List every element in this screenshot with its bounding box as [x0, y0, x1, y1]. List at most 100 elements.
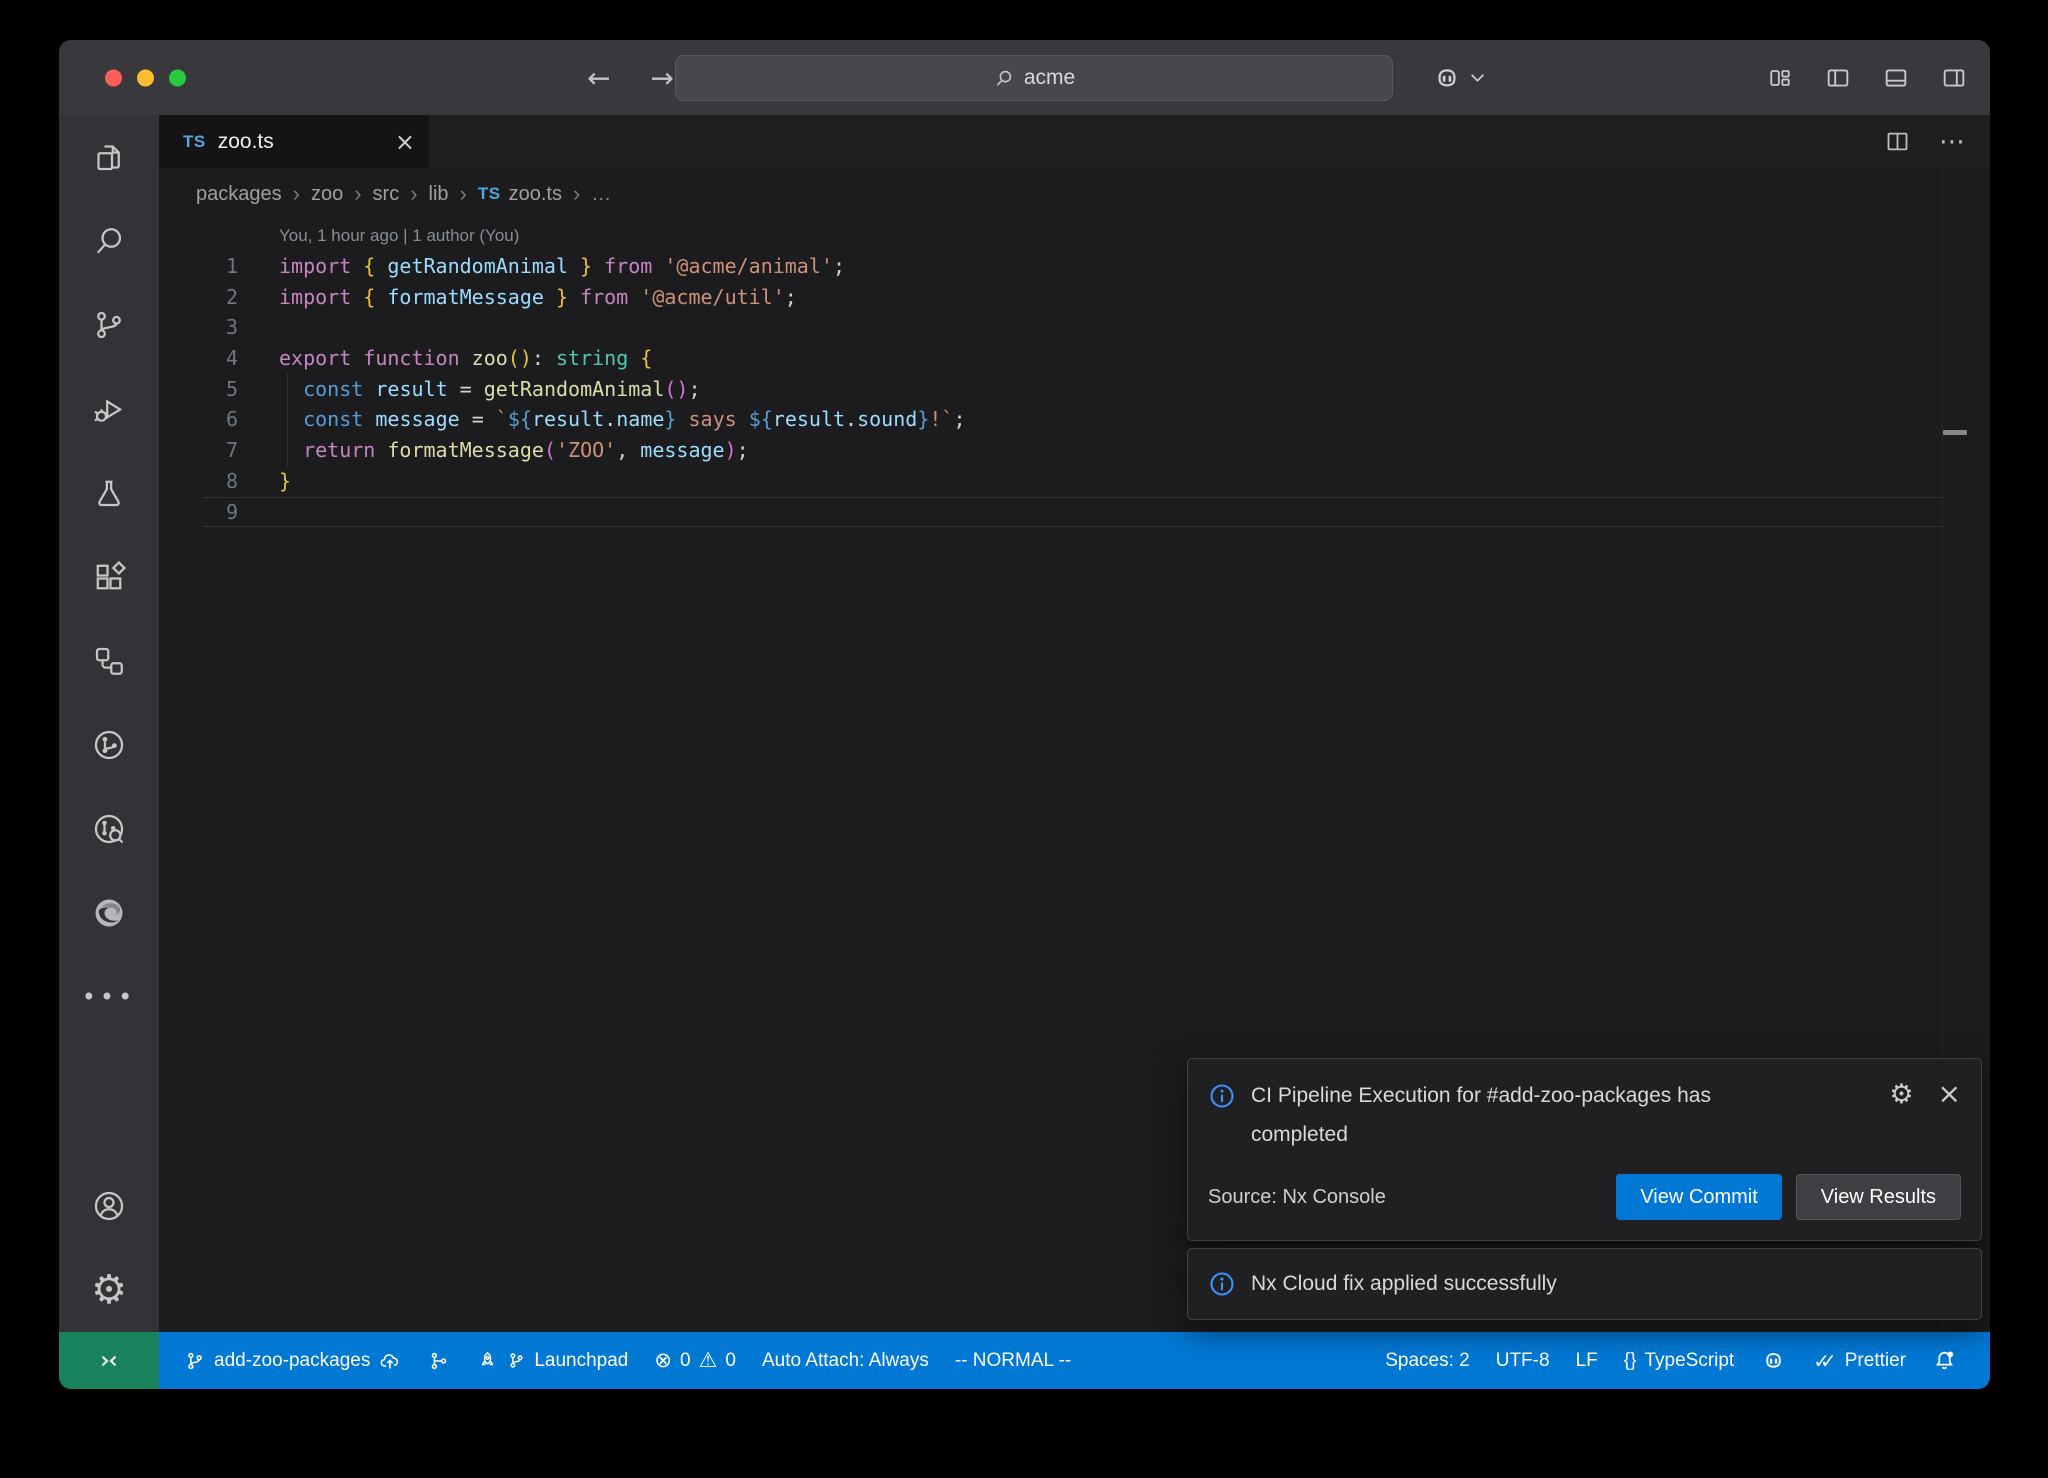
auto-attach-label: Auto Attach: Always [762, 1350, 929, 1372]
activity-more-views[interactable]: ••• [59, 955, 159, 1039]
activity-explorer[interactable] [59, 115, 159, 199]
copilot-menu[interactable] [1431, 62, 1485, 94]
split-editor-icon[interactable] [1884, 128, 1911, 155]
breadcrumb-item-src[interactable]: src [373, 183, 400, 206]
command-center-search[interactable]: acme [675, 55, 1393, 101]
formatter-status-item[interactable]: ✓✓ Prettier [1800, 1332, 1919, 1389]
line-number[interactable]: 9 [159, 497, 238, 528]
breadcrumb-symbol-overflow[interactable]: … [591, 183, 611, 206]
indent-guide [287, 374, 288, 405]
copilot-status-item[interactable] [1747, 1332, 1800, 1389]
line-number[interactable]: 8 [159, 466, 238, 497]
activity-bar: ••• ⚙ [59, 115, 159, 1332]
toggle-secondary-sidebar-icon[interactable] [1940, 64, 1968, 92]
breadcrumb-item-packages[interactable]: packages [196, 183, 282, 206]
line-number[interactable]: 1 [159, 251, 238, 282]
code-text[interactable]: const message = `${result.name} says ${r… [238, 404, 966, 435]
code-text[interactable]: import { getRandomAnimal } from '@acme/a… [238, 251, 845, 282]
code-line-5[interactable]: 5 const result = getRandomAnimal(); [159, 374, 1990, 405]
overview-ruler-decoration [1943, 430, 1967, 435]
settings-button[interactable]: ⚙ [59, 1248, 159, 1332]
toggle-primary-sidebar-icon[interactable] [1824, 64, 1852, 92]
zoom-window-button[interactable] [169, 69, 186, 86]
line-number[interactable]: 6 [159, 404, 238, 435]
accounts-button[interactable] [59, 1164, 159, 1248]
problems-status-item[interactable]: ⊗ 0 ⚠ 0 [641, 1332, 749, 1389]
line-number[interactable]: 5 [159, 374, 238, 405]
code-line-7[interactable]: 7 return formatMessage('ZOO', message); [159, 435, 1990, 466]
language-status-item[interactable]: {} TypeScript [1611, 1332, 1747, 1389]
breadcrumb-item-lib[interactable]: lib [429, 183, 449, 206]
typescript-file-icon: TS [183, 132, 206, 152]
indentation-status-item[interactable]: Spaces: 2 [1372, 1332, 1483, 1389]
info-icon [1208, 1270, 1236, 1298]
notification-close-icon[interactable]: × [1938, 1080, 1961, 1108]
git-graph-status-item[interactable] [415, 1332, 463, 1389]
notification-toast-ci-pipeline: CI Pipeline Execution for #add-zoo-packa… [1187, 1058, 1982, 1241]
line-number[interactable]: 4 [159, 343, 238, 374]
indent-guide [287, 435, 288, 466]
activity-search[interactable] [59, 199, 159, 283]
tab-zoo-ts[interactable]: TS zoo.ts × [159, 115, 429, 168]
code-line-4[interactable]: 4export function zoo(): string { [159, 343, 1990, 374]
code-line-9[interactable]: 9 [159, 497, 1990, 528]
code-line-3[interactable]: 3 [159, 312, 1990, 343]
code-text[interactable]: const result = getRandomAnimal(); [238, 374, 701, 405]
encoding-label: UTF-8 [1496, 1350, 1550, 1372]
error-count: 0 [680, 1350, 691, 1372]
vim-mode-status-item[interactable]: -- NORMAL -- [942, 1332, 1084, 1389]
code-text[interactable]: import { formatMessage } from '@acme/uti… [238, 282, 797, 313]
encoding-status-item[interactable]: UTF-8 [1483, 1332, 1563, 1389]
activity-gitlens[interactable] [59, 703, 159, 787]
view-commit-button[interactable]: View Commit [1616, 1174, 1781, 1220]
activity-source-control[interactable] [59, 283, 159, 367]
code-line-1[interactable]: 1import { getRandomAnimal } from '@acme/… [159, 251, 1990, 282]
activity-extensions[interactable] [59, 535, 159, 619]
forward-icon[interactable]: → [650, 61, 673, 94]
toggle-panel-icon[interactable] [1882, 64, 1910, 92]
breadcrumb: packages›zoo›src›lib›TSzoo.ts›… [159, 168, 1990, 220]
line-number[interactable]: 7 [159, 435, 238, 466]
view-results-button[interactable]: View Results [1796, 1174, 1961, 1220]
code-text[interactable]: return formatMessage('ZOO', message); [238, 435, 749, 466]
back-icon[interactable]: ← [587, 61, 610, 94]
activity-custom-view[interactable] [59, 619, 159, 703]
notification-source: Source: Nx Console [1208, 1186, 1386, 1209]
minimize-window-button[interactable] [137, 69, 154, 86]
close-window-button[interactable] [105, 69, 122, 86]
code-text[interactable] [238, 497, 279, 528]
customize-layout-icon[interactable] [1766, 64, 1794, 92]
remote-indicator[interactable] [59, 1332, 159, 1389]
notifications-bell-item[interactable] [1919, 1332, 1970, 1389]
breadcrumb-item-zoo.ts[interactable]: TSzoo.ts [478, 183, 562, 206]
close-tab-icon[interactable]: × [395, 130, 415, 154]
line-number[interactable]: 2 [159, 282, 238, 313]
breadcrumb-separator-icon: › [354, 181, 361, 207]
activity-run-debug[interactable] [59, 367, 159, 451]
activity-edge-devtools[interactable] [59, 871, 159, 955]
titlebar: ← → acme [59, 40, 1990, 115]
line-number[interactable]: 3 [159, 312, 238, 343]
tab-label: zoo.ts [218, 130, 274, 154]
eol-label: LF [1576, 1350, 1598, 1372]
launchpad-status-item[interactable]: Launchpad [463, 1332, 641, 1389]
rocket-icon [476, 1349, 499, 1372]
search-icon [993, 67, 1015, 89]
auto-attach-status-item[interactable]: Auto Attach: Always [749, 1332, 942, 1389]
code-line-6[interactable]: 6 const message = `${result.name} says $… [159, 404, 1990, 435]
branch-status-item[interactable]: add-zoo-packages [171, 1332, 415, 1389]
eol-status-item[interactable]: LF [1563, 1332, 1611, 1389]
activity-testing[interactable] [59, 451, 159, 535]
more-actions-icon[interactable]: ⋯ [1939, 127, 1966, 157]
breadcrumb-item-zoo[interactable]: zoo [311, 183, 343, 206]
activity-gitlens-inspect[interactable] [59, 787, 159, 871]
code-text[interactable]: } [238, 466, 291, 497]
testing-beaker-icon [91, 475, 127, 511]
code-line-8[interactable]: 8} [159, 466, 1990, 497]
code-line-2[interactable]: 2import { formatMessage } from '@acme/ut… [159, 282, 1990, 313]
notification-settings-icon[interactable]: ⚙ [1889, 1081, 1913, 1108]
spaces-label: Spaces: 2 [1385, 1350, 1470, 1372]
notification-toast-nx-cloud: Nx Cloud fix applied successfully [1187, 1248, 1982, 1320]
code-text[interactable] [238, 312, 279, 343]
code-text[interactable]: export function zoo(): string { [238, 343, 652, 374]
